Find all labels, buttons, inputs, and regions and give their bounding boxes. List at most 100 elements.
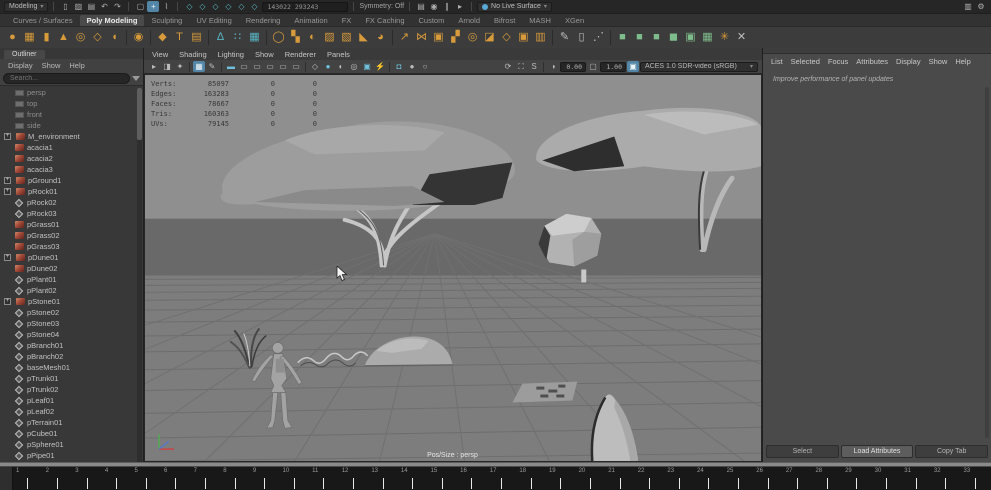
outliner-item-pLeaf01[interactable]: pLeaf01: [0, 395, 143, 406]
wedge-icon[interactable]: ◣: [355, 29, 372, 46]
frame-tick-16[interactable]: 16: [458, 467, 488, 490]
frame-tick-23[interactable]: 23: [665, 467, 695, 490]
frame-tick-15[interactable]: 15: [429, 467, 459, 490]
expand-toggle-icon[interactable]: +: [4, 177, 11, 184]
super-ellipse-icon[interactable]: ◉: [130, 29, 147, 46]
poly-sphere-icon[interactable]: ●: [4, 29, 21, 46]
frame-tick-3[interactable]: 3: [73, 467, 103, 490]
scrollbar-thumb[interactable]: [137, 88, 142, 140]
poly-disc-icon[interactable]: ◖: [106, 29, 123, 46]
xray-icon[interactable]: ●: [322, 61, 334, 72]
frame-tick-21[interactable]: 21: [606, 467, 636, 490]
open-scene-icon[interactable]: ▨: [72, 1, 84, 12]
outliner-item-pTerrain01[interactable]: pTerrain01: [0, 417, 143, 428]
frame-tick-6[interactable]: 6: [162, 467, 192, 490]
outliner-item-acacia3[interactable]: acacia3: [0, 164, 143, 175]
filter-icon[interactable]: [132, 76, 140, 81]
expand-toggle-icon[interactable]: +: [4, 254, 11, 261]
multi-cut-icon[interactable]: ✎: [556, 29, 573, 46]
menu-set-selector[interactable]: Modeling ▾: [4, 2, 48, 12]
combine-icon[interactable]: ◯: [270, 29, 287, 46]
shelf-tab-rendering[interactable]: Rendering: [239, 15, 288, 26]
outliner-item-pBranch02[interactable]: pBranch02: [0, 351, 143, 362]
outliner-item-persp[interactable]: persp: [0, 87, 143, 98]
outliner-item-acacia1[interactable]: acacia1: [0, 142, 143, 153]
frame-tick-4[interactable]: 4: [103, 467, 133, 490]
insert-edge-loop-icon[interactable]: ▯: [573, 29, 590, 46]
shelf-tab-mash[interactable]: MASH: [522, 15, 558, 26]
frame-tick-10[interactable]: 10: [280, 467, 310, 490]
quad-patch-icon[interactable]: ◇: [498, 29, 515, 46]
viewport-settings-icon[interactable]: ▣: [361, 61, 373, 72]
frame-tick-30[interactable]: 30: [873, 467, 903, 490]
outliner-menu-show[interactable]: Show: [42, 61, 61, 70]
offset-edge-loop-icon[interactable]: ⋰: [590, 29, 607, 46]
outliner-item-pTrunk01[interactable]: pTrunk01: [0, 373, 143, 384]
frame-tick-7[interactable]: 7: [192, 467, 222, 490]
shelf-tab-fx-caching[interactable]: FX Caching: [358, 15, 411, 26]
copy-tab-button[interactable]: Copy Tab: [915, 445, 988, 458]
outliner-item-pStone04[interactable]: pStone04: [0, 329, 143, 340]
sweep-mesh-icon[interactable]: ▤: [188, 29, 205, 46]
outliner-item-pPlant02[interactable]: pPlant02: [0, 285, 143, 296]
expand-toggle-icon[interactable]: +: [4, 133, 11, 140]
select-tool-icon[interactable]: ▢: [134, 1, 146, 12]
default-material-icon[interactable]: ◎: [348, 61, 360, 72]
gamma-field[interactable]: 1.00: [600, 62, 626, 72]
frame-tick-17[interactable]: 17: [488, 467, 518, 490]
sculpt-tool-icon[interactable]: ∆: [212, 29, 229, 46]
average-vertices-icon[interactable]: ◼: [665, 29, 682, 46]
numeric-input[interactable]: 143022 293243: [262, 2, 348, 12]
snapshot-icon[interactable]: S: [528, 61, 540, 72]
shelf-tab-animation[interactable]: Animation: [287, 15, 334, 26]
boolean-icon[interactable]: ◐: [304, 29, 321, 46]
select-button[interactable]: Select: [766, 445, 839, 458]
camera-lock-icon[interactable]: ▸: [148, 61, 160, 72]
quad-draw-icon[interactable]: ∷: [229, 29, 246, 46]
outliner-item-pRock02[interactable]: pRock02: [0, 197, 143, 208]
refresh-icon[interactable]: ⟳: [502, 61, 514, 72]
node-editor-icon[interactable]: ▥: [532, 29, 549, 46]
spike-icon[interactable]: ✳: [716, 29, 733, 46]
outliner-item-pStone03[interactable]: pStone03: [0, 318, 143, 329]
attribute-editor-menu-list[interactable]: List: [771, 57, 783, 66]
shelf-tab-uv-editing[interactable]: UV Editing: [189, 15, 238, 26]
expand-toggle-icon[interactable]: +: [4, 188, 11, 195]
outliner-menu-display[interactable]: Display: [8, 61, 33, 70]
sidebar-toggle-icon[interactable]: ▥: [962, 1, 974, 12]
live-surface-selector[interactable]: No Live Surface ▾: [477, 2, 552, 12]
workspace-icon[interactable]: ⚙: [975, 1, 987, 12]
frame-tick-12[interactable]: 12: [340, 467, 370, 490]
frame-tick-14[interactable]: 14: [399, 467, 429, 490]
load-attributes-button[interactable]: Load Attributes: [841, 445, 914, 458]
view-transform-selector[interactable]: ACES 1.0 SDR-video (sRGB) ▾: [640, 62, 758, 72]
exposure-icon[interactable]: ◑: [547, 61, 559, 72]
textured-mode-icon[interactable]: ▭: [251, 61, 263, 72]
poly-cylinder-icon[interactable]: ▮: [38, 29, 55, 46]
attribute-editor-menu-show[interactable]: Show: [929, 57, 948, 66]
plugin-icon[interactable]: ⚡: [374, 61, 386, 72]
pause-render-icon[interactable]: ∥: [441, 1, 453, 12]
delete-icon[interactable]: ✕: [733, 29, 750, 46]
outliner-menu-help[interactable]: Help: [69, 61, 84, 70]
scrollbar-track[interactable]: [985, 87, 989, 438]
frame-tick-18[interactable]: 18: [517, 467, 547, 490]
fullscreen-icon[interactable]: ⛶: [515, 61, 527, 72]
dof-icon[interactable]: ○: [419, 61, 431, 72]
viewport-menu-show[interactable]: Show: [255, 50, 274, 59]
frame-tick-1[interactable]: 1: [14, 467, 44, 490]
outliner-item-pTrunk02[interactable]: pTrunk02: [0, 384, 143, 395]
motion-blur-icon[interactable]: ●: [406, 61, 418, 72]
frame-tick-8[interactable]: 8: [221, 467, 251, 490]
outliner-item-pCube01[interactable]: pCube01: [0, 428, 143, 439]
frame-ruler[interactable]: 1234567891011121314151617181920212223242…: [0, 467, 991, 490]
outliner-item-pGrass02[interactable]: pGrass02: [0, 230, 143, 241]
outliner-item-pDune02[interactable]: pDune02: [0, 263, 143, 274]
grid-toggle-icon[interactable]: ▦: [193, 61, 205, 72]
frame-tick-31[interactable]: 31: [902, 467, 932, 490]
shelf-tab-poly-modeling[interactable]: Poly Modeling: [80, 15, 145, 26]
outliner-tab[interactable]: Outliner: [0, 48, 143, 59]
bridge-icon[interactable]: ⋈: [413, 29, 430, 46]
attribute-editor-menu-focus[interactable]: Focus: [828, 57, 848, 66]
ao-icon[interactable]: ▭: [290, 61, 302, 72]
